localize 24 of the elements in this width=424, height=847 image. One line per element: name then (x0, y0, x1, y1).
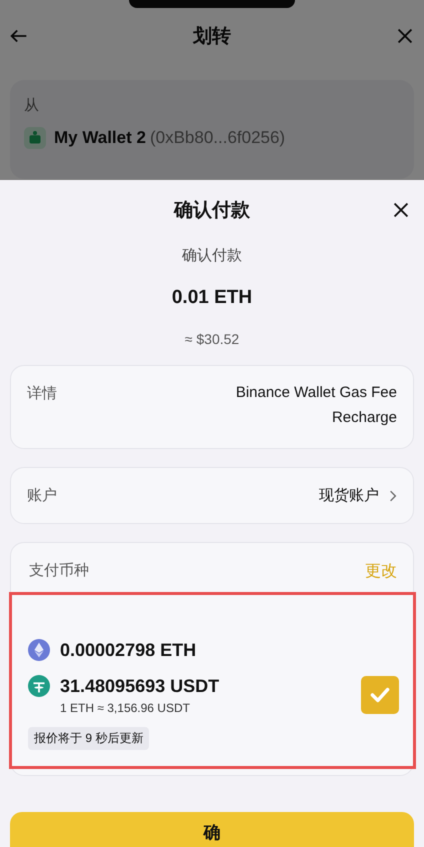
chevron-right-icon (389, 488, 397, 502)
sheet-title: 确认付款 (174, 199, 250, 223)
details-label: 详情 (27, 384, 57, 403)
payment-currency-label: 支付币种 (29, 561, 89, 581)
account-label: 账户 (27, 486, 57, 505)
fiat-value: ≈ $30.52 (184, 331, 240, 347)
checkbox[interactable] (361, 676, 399, 714)
coin-amount: 0.00002798 ETH (60, 640, 196, 660)
coin-amount: 31.48095693 USDT (60, 676, 220, 696)
account-card[interactable]: 账户 现货账户 (10, 467, 414, 524)
tether-icon (28, 675, 50, 697)
account-value: 现货账户 (319, 486, 379, 505)
payment-amount: 0.01 ETH (172, 287, 252, 309)
wallet-address: (0xBb80...6f0256) (150, 128, 286, 148)
screen-title: 划转 (193, 25, 231, 49)
exchange-rate: 1 ETH ≈ 3,156.96 USDT (60, 701, 191, 715)
robot-icon (24, 127, 46, 149)
payment-subtitle: 确认付款 (182, 246, 242, 265)
wallet-name: My Wallet 2 (54, 128, 146, 148)
details-value: Binance Wallet Gas Fee Recharge (234, 383, 397, 428)
quote-refresh-note: 报价将于 9 秒后更新 (28, 727, 150, 750)
confirm-button[interactable]: 确 (10, 812, 414, 847)
ethereum-icon (28, 639, 50, 661)
from-label: 从 (24, 96, 40, 115)
